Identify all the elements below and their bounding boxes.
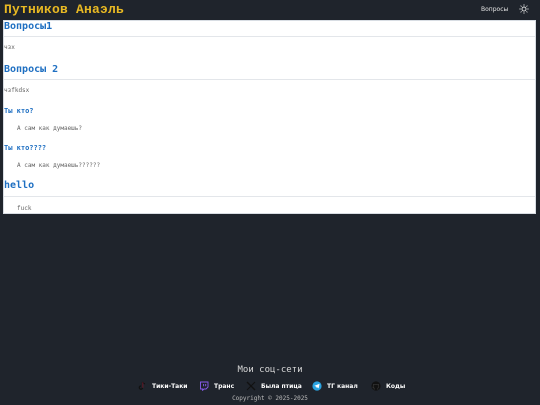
footer-title: Мои соц-сети: [237, 365, 303, 375]
divider: [4, 36, 535, 37]
telegram-icon: [312, 381, 322, 391]
questions-panel: Вопросы1 чзх Вопросы 2 чзfkdsx Ты кто? А…: [3, 20, 536, 214]
question-answer: А сам как думаешь??????: [17, 162, 101, 169]
twitch-icon: [200, 381, 209, 391]
social-link-github[interactable]: Коды: [371, 380, 405, 392]
question-answer: А сам как думаешь?: [17, 125, 83, 132]
social-label: Тики-Таки: [152, 382, 188, 390]
question-answer: чзfkdsx: [4, 87, 30, 94]
theme-toggle-icon[interactable]: [519, 4, 529, 14]
nav-link-questions[interactable]: Вопросы: [481, 6, 508, 13]
site-title[interactable]: Путников Анаэль: [4, 2, 124, 17]
question-answer: чзх: [4, 44, 15, 51]
tiktok-icon: [138, 381, 146, 390]
social-label: Была птица: [261, 382, 302, 390]
question-title: Вопросы1: [4, 21, 53, 32]
divider: [4, 79, 535, 80]
social-link-x[interactable]: Была птица: [246, 380, 302, 392]
social-link-twitch[interactable]: Транс: [199, 380, 234, 392]
question-title: Вопросы 2: [4, 64, 59, 75]
social-links: Тики-Таки Транс Была птица ТГ канал Коды: [0, 380, 540, 392]
github-icon: [371, 381, 381, 391]
question-title: Ты кто?: [4, 107, 34, 115]
site-header: Путников Анаэль Вопросы: [0, 0, 540, 20]
social-label: Транс: [214, 382, 235, 390]
social-link-tiktok[interactable]: Тики-Таки: [137, 380, 187, 392]
question-answer: fuck: [17, 205, 32, 212]
social-link-telegram[interactable]: ТГ канал: [312, 380, 358, 392]
copyright: Copyright © 2025-2025: [232, 395, 308, 402]
divider: [4, 196, 535, 197]
social-label: ТГ канал: [327, 382, 358, 390]
question-title: hello: [4, 180, 35, 191]
x-icon: [246, 381, 256, 391]
social-label: Коды: [386, 382, 406, 390]
question-title: Ты кто????: [4, 144, 47, 152]
